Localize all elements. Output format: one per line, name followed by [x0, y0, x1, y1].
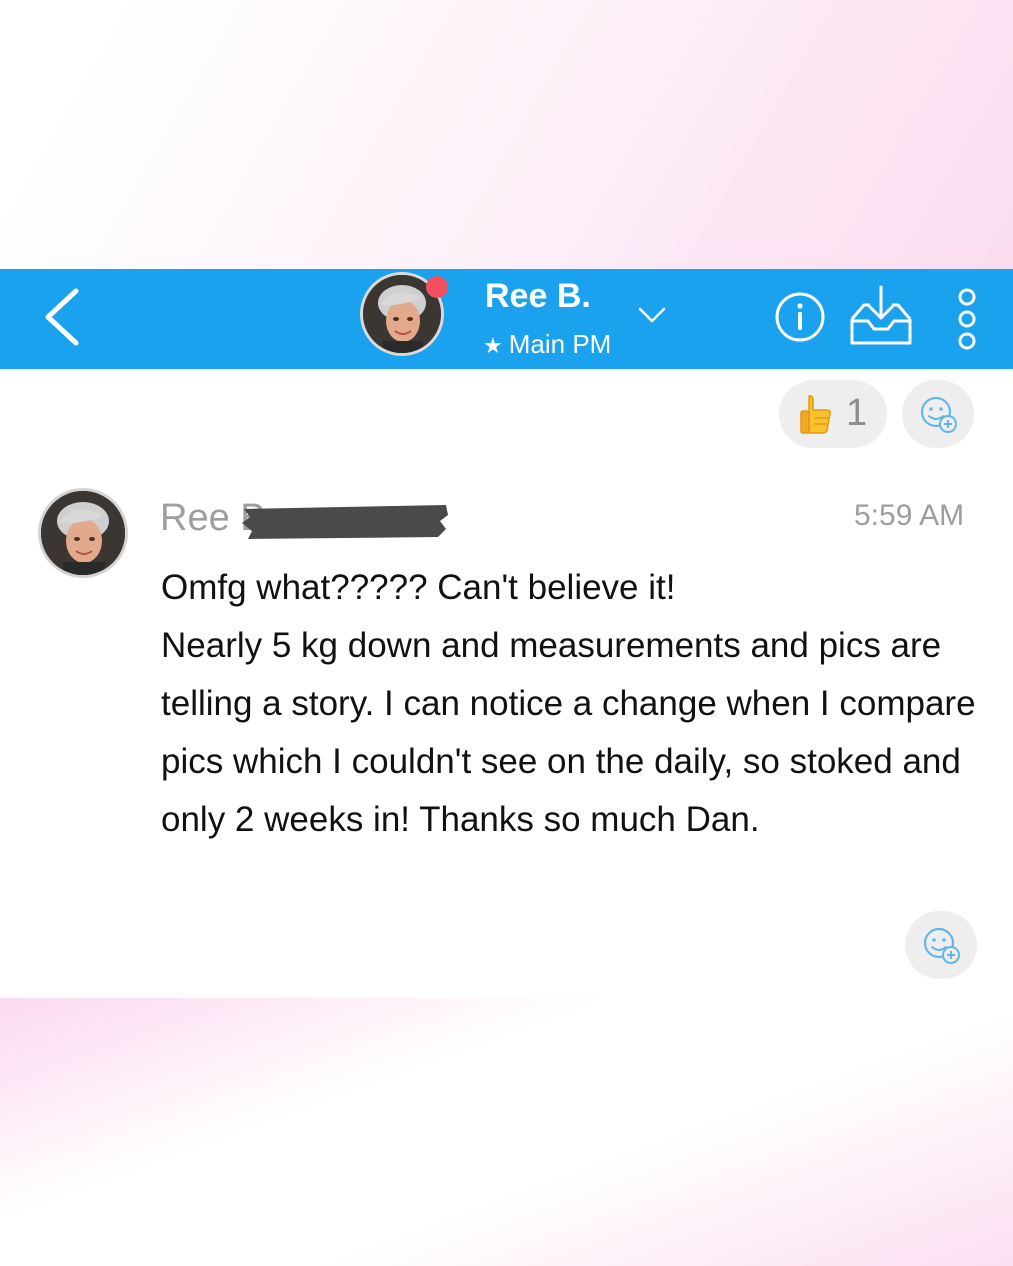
add-reaction-icon: [923, 927, 960, 964]
thumbs-up-icon: [800, 395, 831, 434]
chevron-down-icon: [638, 307, 666, 323]
info-icon: [775, 292, 825, 342]
contact-menu-toggle[interactable]: [636, 303, 668, 327]
add-reaction-button-bottom[interactable]: [905, 911, 977, 979]
message-timestamp: 5:59 AM: [854, 499, 965, 532]
info-button[interactable]: [774, 291, 826, 343]
chat-header: Ree B. ★ Main PM: [0, 269, 1013, 369]
more-options-button[interactable]: [953, 287, 981, 351]
redaction-mark: [242, 505, 448, 539]
background-bottom: [0, 998, 1013, 1266]
chat-screen: Ree B. ★ Main PM 1 Ree B 5:59 AM Omfg wh…: [0, 269, 1013, 998]
sender-avatar[interactable]: [38, 488, 128, 578]
contact-avatar[interactable]: [360, 272, 450, 362]
subtitle-label: Main PM: [508, 329, 612, 359]
contact-name[interactable]: Ree B.: [485, 277, 591, 316]
conversation-subtitle: ★ Main PM: [483, 329, 611, 360]
thumbs-up-reaction[interactable]: 1: [779, 380, 887, 448]
reaction-count: 1: [846, 392, 868, 434]
star-icon: ★: [483, 333, 503, 358]
inbox-download-icon: [850, 285, 912, 345]
add-reaction-button-top[interactable]: [902, 380, 974, 448]
message-text: Omfg what????? Can't believe it! Nearly …: [161, 568, 976, 839]
save-to-inbox-button[interactable]: [848, 283, 914, 347]
background-top: [0, 0, 1013, 269]
back-button[interactable]: [38, 285, 86, 349]
online-status-dot: [426, 276, 448, 298]
back-chevron-icon: [45, 288, 79, 346]
more-vertical-icon: [958, 288, 976, 350]
add-reaction-icon: [920, 396, 957, 433]
